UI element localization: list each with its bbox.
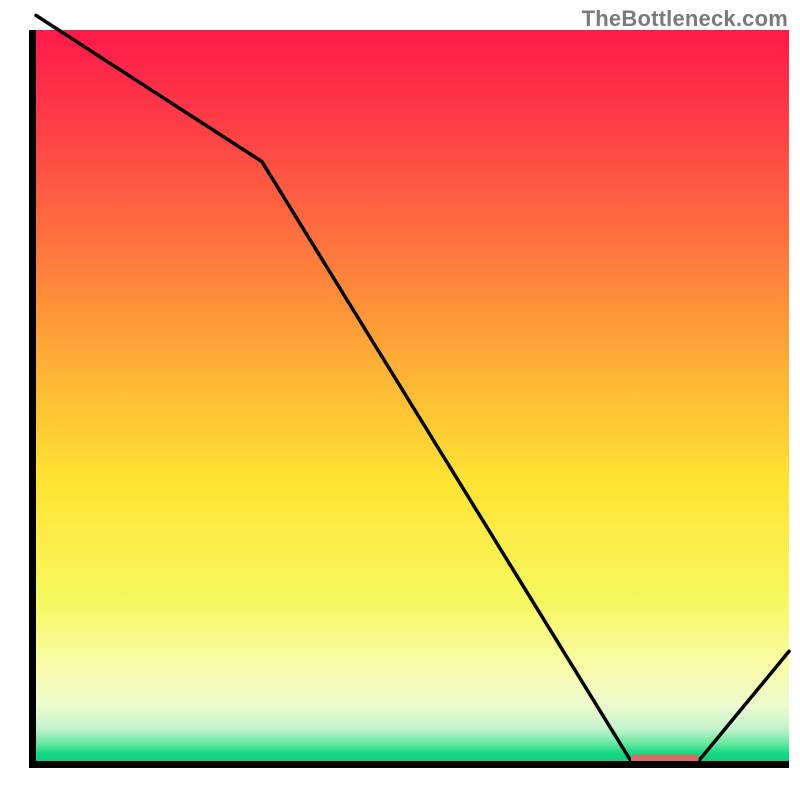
plot-area — [29, 15, 789, 768]
chart-container: TheBottleneck.com — [0, 0, 800, 800]
y-axis — [29, 30, 36, 768]
x-axis — [29, 761, 789, 768]
plot-background — [36, 30, 789, 761]
bottleneck-chart — [0, 0, 800, 800]
